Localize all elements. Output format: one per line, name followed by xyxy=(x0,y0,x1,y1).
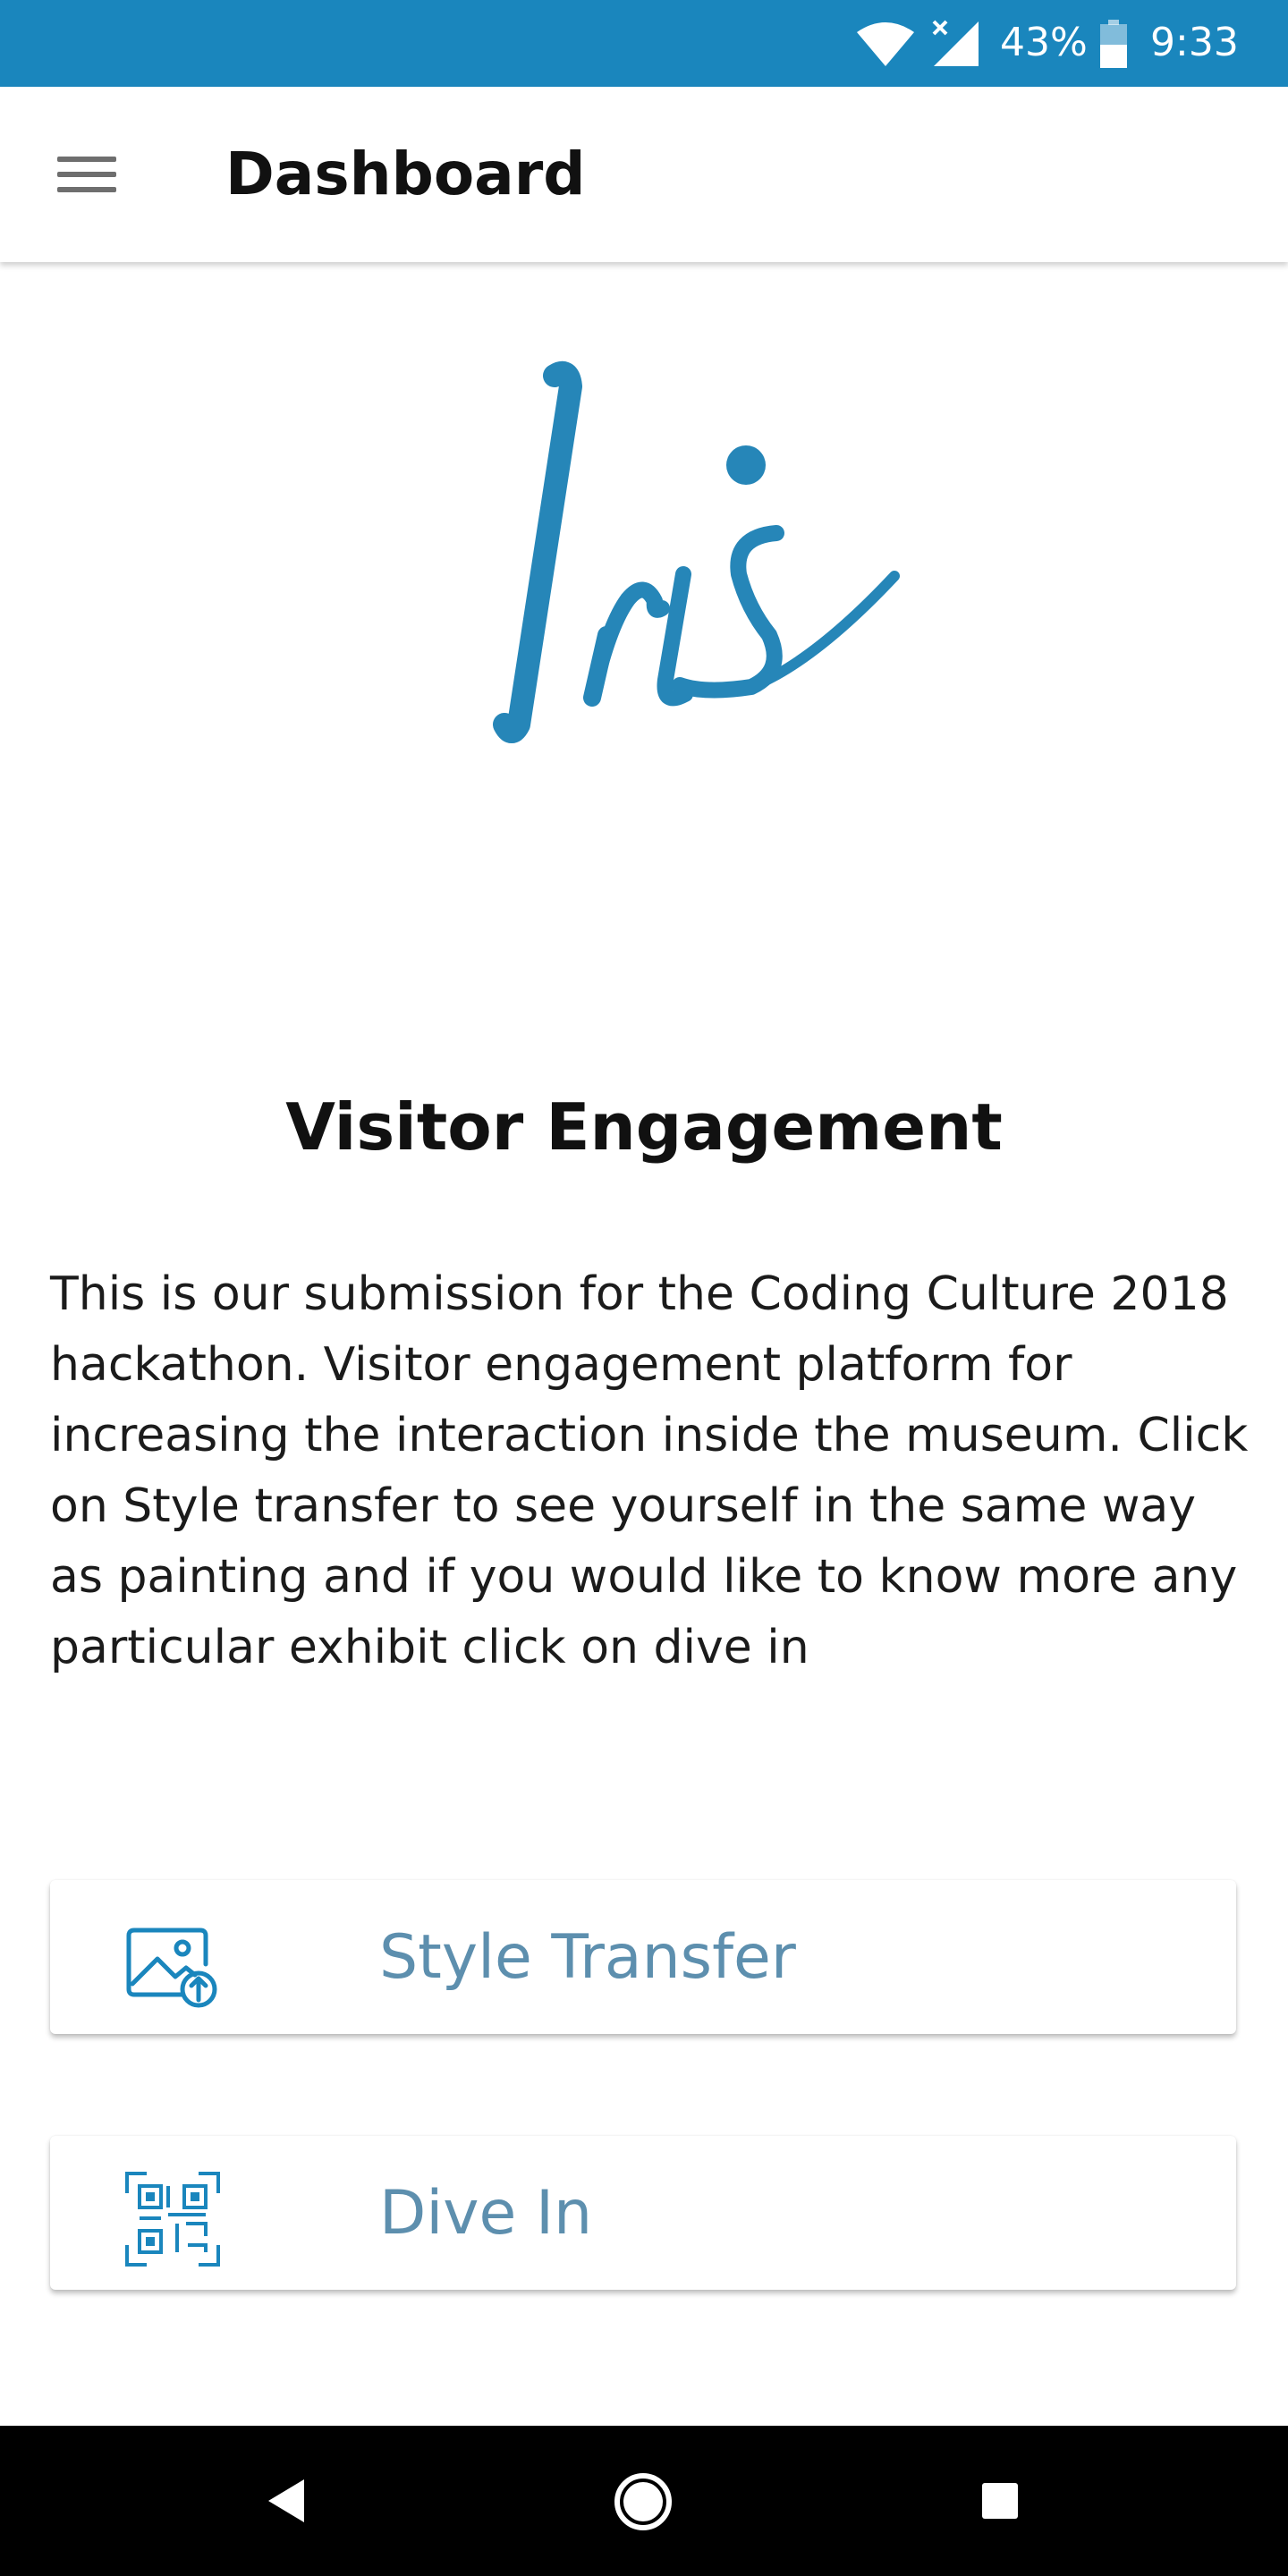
page-title: Dashboard xyxy=(225,140,586,208)
section-heading: Visitor Engagement xyxy=(285,1089,1003,1165)
iris-logo xyxy=(493,361,900,743)
recents-icon[interactable] xyxy=(980,2481,1020,2521)
system-nav-bar xyxy=(0,2426,1288,2576)
image-upload-icon xyxy=(126,1928,217,2008)
status-bar: 43% 9:33 xyxy=(0,0,1288,87)
style-transfer-button[interactable]: Style Transfer xyxy=(50,1880,1236,2034)
style-transfer-label: Style Transfer xyxy=(379,1922,796,1993)
app-bar: Dashboard xyxy=(0,87,1288,262)
wifi-icon xyxy=(857,22,914,66)
description-text: This is our submission for the Coding Cu… xyxy=(50,1267,1249,1674)
dive-in-button[interactable]: Dive In xyxy=(50,2136,1236,2290)
dashboard-screen: 43% 9:33 Dashboard Visitor Engagement Th… xyxy=(0,0,1288,2576)
cell-signal-icon xyxy=(932,20,979,66)
battery-icon xyxy=(1100,20,1127,68)
battery-percent: 43% xyxy=(1000,20,1088,65)
qr-code-scan-icon xyxy=(125,2172,220,2267)
hamburger-menu-icon[interactable] xyxy=(43,135,129,214)
status-clock: 9:33 xyxy=(1150,20,1239,65)
dive-in-label: Dive In xyxy=(379,2178,593,2249)
back-icon[interactable] xyxy=(265,2478,308,2524)
home-icon[interactable] xyxy=(612,2470,674,2533)
